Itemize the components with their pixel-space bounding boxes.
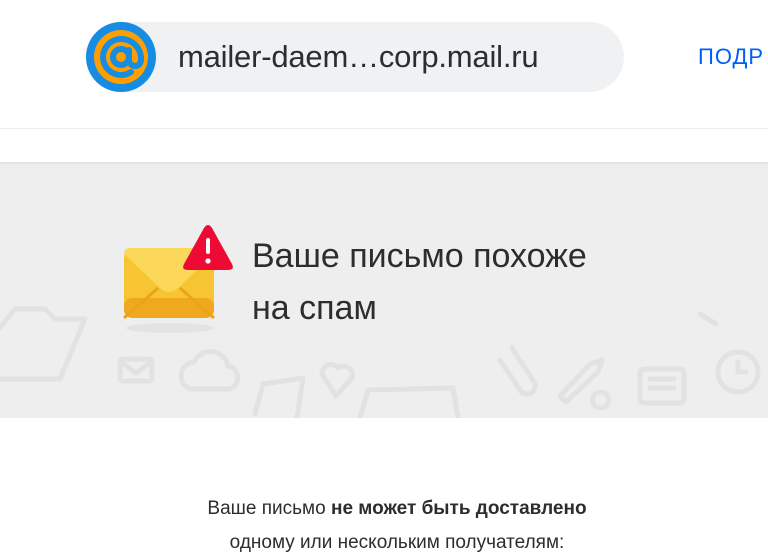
delivery-failure-message: Ваше письмо не может быть доставлено одн…	[0, 492, 768, 560]
details-link[interactable]: ПОДР	[698, 44, 764, 70]
sender-address: mailer-daem…corp.mail.ru	[178, 39, 539, 74]
separator	[0, 129, 768, 164]
message-line1: Ваше письмо не может быть доставлено	[0, 492, 768, 526]
spam-warning-title-line1: Ваше письмо похоже	[252, 237, 587, 275]
message-line2: одному или нескольким получателям:	[229, 532, 565, 553]
spam-warning-banner: Ваше письмо похоже на спам	[0, 164, 768, 418]
message-bold: не может быть доставлено	[330, 498, 587, 519]
mail-ru-at-logo-icon	[86, 22, 156, 92]
sender-chip[interactable]: mailer-daem…corp.mail.ru	[86, 22, 624, 92]
message-prefix: Ваше письмо	[207, 498, 331, 519]
spam-warning-title-line2: на спам	[252, 289, 377, 327]
spam-warning-title: Ваше письмо похоже на спам	[252, 230, 672, 334]
message-header: mailer-daem…corp.mail.ru ПОДР	[0, 0, 768, 129]
envelope-warning-icon	[123, 225, 233, 333]
